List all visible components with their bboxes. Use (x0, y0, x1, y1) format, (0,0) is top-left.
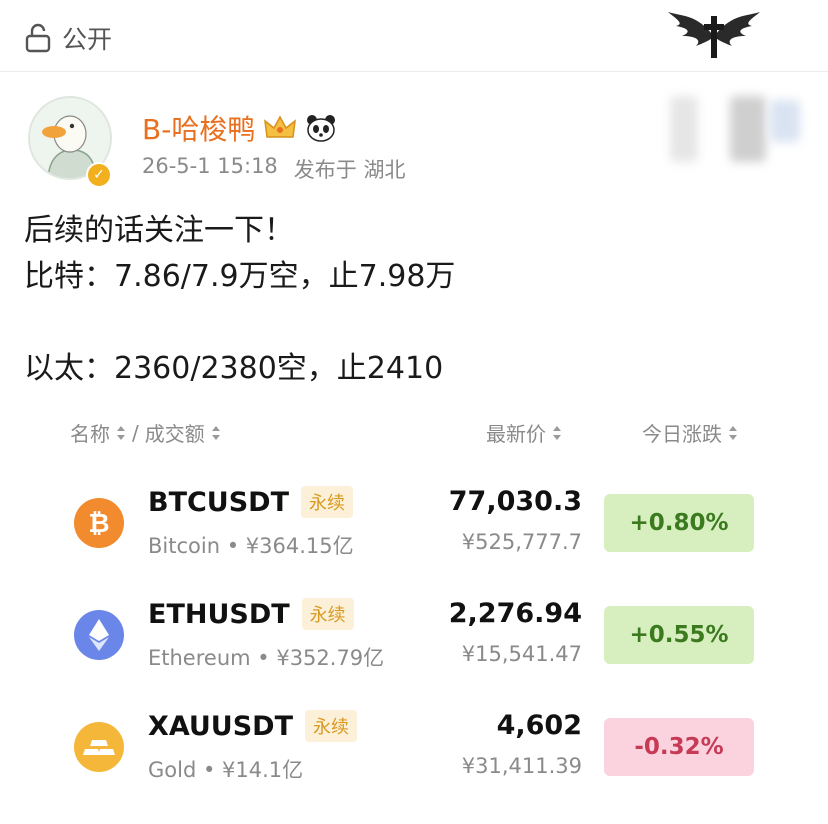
post-date: 26-5-1 15:18 (142, 154, 278, 178)
price-cny: ¥31,411.39 (461, 754, 582, 778)
column-name-label: 名称 (70, 422, 110, 446)
post-body: 后续的话关注一下！ 比特：7.86/7.9万空，止7.98万 以太：2360/2… (24, 213, 456, 386)
sort-icon (553, 425, 561, 440)
privacy-label: 公开 (62, 25, 113, 54)
svg-text:₿: ₿ (88, 509, 109, 539)
perpetual-tag: 永续 (301, 598, 354, 630)
market-row-xauusdt[interactable]: XAUUSDT 永续 Gold • ¥14.1亿 4,602 ¥31,411.3… (70, 702, 760, 792)
symbol-label: BTCUSDT (148, 486, 290, 518)
blurred-thumbnail (770, 100, 800, 142)
column-header-change[interactable]: 今日涨跌 (642, 418, 738, 447)
winged-cross-logo (668, 12, 760, 58)
market-row-ethusdt[interactable]: ETHUSDT 永续 Ethereum • ¥352.79亿 2,276.94 … (70, 590, 760, 680)
column-header-name[interactable]: 名称 / 成交额 (70, 418, 221, 447)
sort-icon (117, 425, 125, 440)
post-location: 发布于 湖北 (293, 158, 406, 182)
crown-badge-icon (264, 115, 297, 138)
column-header-price[interactable]: 最新价 (486, 418, 562, 447)
sort-icon (729, 425, 737, 440)
symbol: ETHUSDT 永续 (148, 598, 354, 630)
author-name[interactable]: B-哈梭鸭 (142, 108, 255, 148)
coin-subtitle: Bitcoin • ¥364.15亿 (148, 534, 354, 558)
ethereum-icon (74, 610, 124, 660)
unlock-icon (25, 23, 51, 53)
blurred-thumbnail (670, 96, 698, 162)
column-price-label: 最新价 (486, 422, 546, 446)
column-change-label: 今日涨跌 (642, 422, 722, 446)
column-volume-label: 成交额 (144, 422, 205, 446)
symbol-label: ETHUSDT (148, 598, 290, 630)
coin-subtitle: Gold • ¥14.1亿 (148, 758, 304, 782)
coin-subtitle: Ethereum • ¥352.79亿 (148, 646, 385, 670)
column-separator: / (132, 420, 139, 445)
panda-icon (307, 115, 336, 142)
symbol: XAUUSDT 永续 (148, 710, 358, 742)
last-price: 2,276.94 (448, 598, 582, 629)
sort-icon (211, 425, 220, 440)
market-row-btcusdt[interactable]: ₿ BTCUSDT 永续 Bitcoin • ¥364.15亿 77,030.3… (70, 478, 760, 568)
verified-badge-icon: ✓ (86, 162, 112, 188)
change-badge[interactable]: +0.55% (604, 606, 754, 664)
price-cny: ¥15,541.47 (461, 642, 582, 666)
perpetual-tag: 永续 (301, 486, 354, 518)
post-meta: 26-5-1 15:18 发布于 湖北 (142, 154, 405, 184)
symbol-label: XAUUSDT (148, 710, 294, 742)
top-bar: 公开 (0, 0, 828, 72)
gold-bars-icon (74, 722, 124, 772)
change-badge[interactable]: +0.80% (604, 494, 754, 552)
symbol: BTCUSDT 永续 (148, 486, 354, 518)
price-cny: ¥525,777.7 (461, 530, 582, 554)
perpetual-tag: 永续 (305, 710, 358, 742)
privacy-setting[interactable]: 公开 (24, 20, 112, 56)
blurred-thumbnail (730, 96, 766, 162)
change-badge[interactable]: -0.32% (604, 718, 754, 776)
bitcoin-icon: ₿ (74, 498, 124, 548)
last-price: 4,602 (496, 710, 582, 741)
last-price: 77,030.3 (448, 486, 582, 517)
author-name-row[interactable]: B-哈梭鸭 (142, 108, 337, 148)
